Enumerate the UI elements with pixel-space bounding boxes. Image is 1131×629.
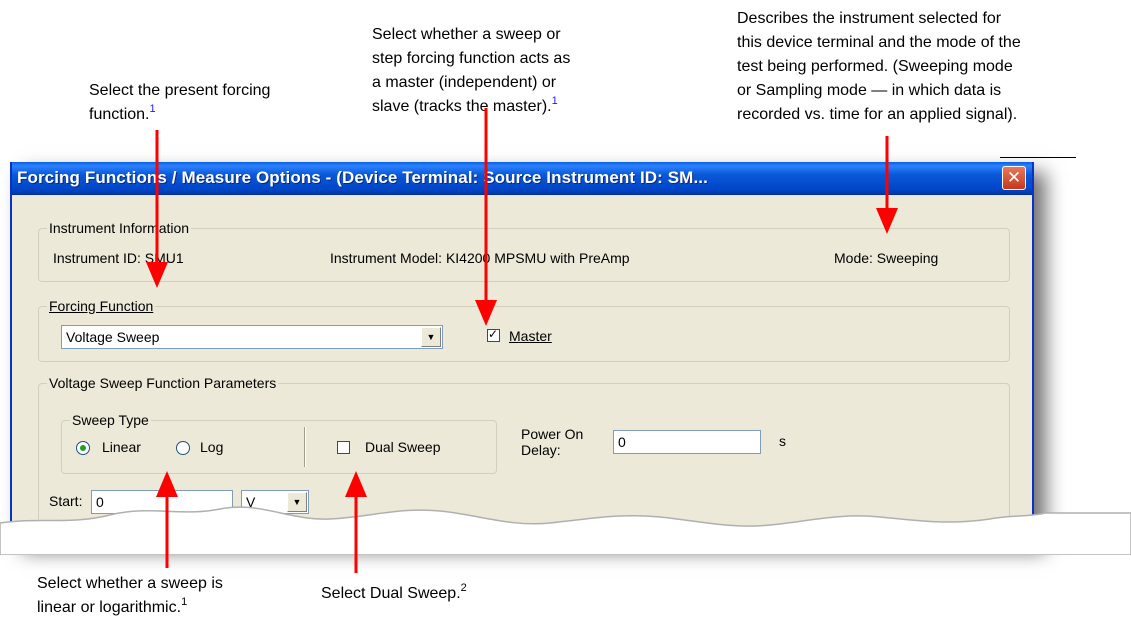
- group-legend: Sweep Type: [70, 412, 151, 428]
- log-radio[interactable]: [176, 441, 190, 455]
- annotation-sweep-linear: Select whether a sweep is linear or loga…: [37, 572, 297, 620]
- dialog-title: Forcing Functions / Measure Options - (D…: [17, 168, 708, 187]
- annotation-line: linear or logarithmic.: [37, 599, 182, 616]
- annotation-line: function.: [89, 106, 150, 123]
- footnote-marker: 2: [460, 582, 467, 594]
- annotation-dual-sweep: Select Dual Sweep.2: [321, 582, 561, 606]
- annotation-line: recorded vs. time for an applied signal)…: [737, 106, 1018, 123]
- dual-sweep-label[interactable]: Dual Sweep: [365, 438, 441, 456]
- mode-value: Mode: Sweeping: [834, 250, 939, 266]
- annotation-line: slave (tracks the master).: [372, 98, 552, 115]
- annotation-line: a master (independent) or: [372, 74, 557, 91]
- power-on-delay-input[interactable]: 0: [613, 430, 761, 454]
- power-on-delay-label: Power On Delay:: [521, 426, 583, 458]
- group-legend: Forcing Function: [47, 298, 156, 314]
- linear-label[interactable]: Linear: [102, 438, 141, 456]
- divider-line: [1000, 157, 1076, 158]
- dropdown-button[interactable]: ▼: [421, 327, 441, 347]
- power-on-delay-unit: s: [779, 433, 786, 449]
- label-line: Delay:: [521, 442, 561, 458]
- annotation-mode: Describes the instrument selected for th…: [737, 7, 1127, 127]
- annotation-line: this device terminal and the mode of the: [737, 34, 1021, 51]
- forcing-function-group: Forcing Function Voltage Sweep ▼ ✓ Maste…: [38, 298, 1010, 362]
- chevron-down-icon: ▼: [426, 332, 436, 342]
- annotation-line: Select the present forcing: [89, 82, 271, 99]
- sweep-type-group: Sweep Type Linear Log Dual Sweep: [61, 412, 497, 474]
- annotation-line: test being performed. (Sweeping mode: [737, 58, 1013, 75]
- forcing-functions-dialog: Forcing Functions / Measure Options - (D…: [10, 162, 1034, 542]
- check-icon: ✓: [488, 327, 499, 341]
- footnote-marker: 1: [149, 103, 156, 115]
- legend-text: Forcing Function: [49, 298, 154, 314]
- master-label[interactable]: Master: [509, 327, 552, 345]
- master-label-text: Master: [509, 328, 552, 344]
- footnote-marker: 1: [181, 596, 188, 608]
- forcing-function-select[interactable]: Voltage Sweep ▼: [61, 325, 443, 349]
- instrument-model: Instrument Model: KI4200 MPSMU with PreA…: [330, 250, 630, 266]
- instrument-id: Instrument ID: SMU1: [53, 250, 184, 266]
- annotation-line: step forcing function acts as: [372, 50, 571, 67]
- annotation-line: or Sampling mode — in which data is: [737, 82, 1002, 99]
- annotation-line: Select Dual Sweep.: [321, 585, 461, 602]
- annotation-line: Select whether a sweep or: [372, 26, 561, 43]
- annotation-line: Select whether a sweep is: [37, 575, 223, 592]
- close-icon: ✕: [1006, 168, 1022, 188]
- annotation-line: Describes the instrument selected for: [737, 10, 1002, 27]
- input-value: 0: [618, 434, 626, 450]
- close-button[interactable]: ✕: [1002, 166, 1026, 190]
- title-bar[interactable]: Forcing Functions / Measure Options - (D…: [12, 162, 1032, 195]
- label-line: Power On: [521, 426, 584, 442]
- separator: [304, 427, 306, 467]
- annotation-master-slave: Select whether a sweep or step forcing f…: [372, 23, 632, 119]
- radio-selected-dot: [80, 445, 86, 451]
- log-label[interactable]: Log: [200, 438, 223, 456]
- torn-edge: [0, 506, 1131, 555]
- group-legend: Instrument Information: [47, 220, 192, 236]
- annotation-forcing-function: Select the present forcing function.1: [89, 79, 339, 127]
- linear-radio[interactable]: [76, 441, 90, 455]
- footnote-marker: 1: [551, 95, 558, 107]
- forcing-function-value: Voltage Sweep: [66, 329, 160, 345]
- instrument-information-group: Instrument Information Instrument ID: SM…: [38, 220, 1010, 282]
- master-checkbox[interactable]: ✓: [487, 327, 500, 342]
- group-legend: Voltage Sweep Function Parameters: [47, 375, 279, 391]
- dual-sweep-checkbox[interactable]: [337, 441, 350, 454]
